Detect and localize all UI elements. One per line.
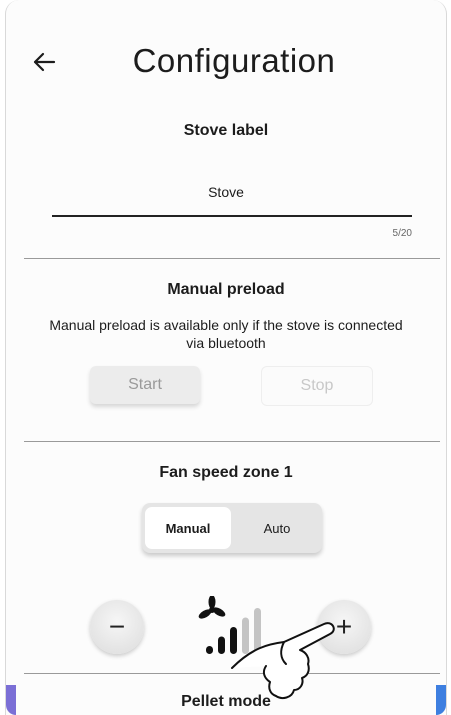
stove-label-underline <box>52 215 412 217</box>
manual-preload-heading: Manual preload <box>167 281 285 298</box>
start-button[interactable]: Start <box>90 366 200 404</box>
divider <box>24 441 440 442</box>
hand-pointer-icon <box>231 622 335 699</box>
fan-icon <box>198 596 226 619</box>
mode-auto-option[interactable]: Auto <box>234 507 320 549</box>
stop-button[interactable]: Stop <box>261 366 373 406</box>
stove-label-heading: Stove label <box>183 122 269 139</box>
speed-bar <box>206 646 213 654</box>
app-window: Configuration Stove label Stove 5/20 Man… <box>5 0 447 715</box>
fan-mode-toggle: Manual Auto <box>142 503 322 553</box>
divider <box>24 258 440 259</box>
fan-zone-heading: Fan speed zone 1 <box>159 464 293 481</box>
manual-preload-description: Manual preload is available only if the … <box>49 317 403 351</box>
character-counter: 5/20 <box>392 228 412 239</box>
stove-label-input[interactable]: Stove <box>6 184 446 200</box>
page-title: Configuration <box>132 42 336 79</box>
mode-manual-option[interactable]: Manual <box>145 507 231 549</box>
decrease-speed-button[interactable]: − <box>90 600 144 654</box>
